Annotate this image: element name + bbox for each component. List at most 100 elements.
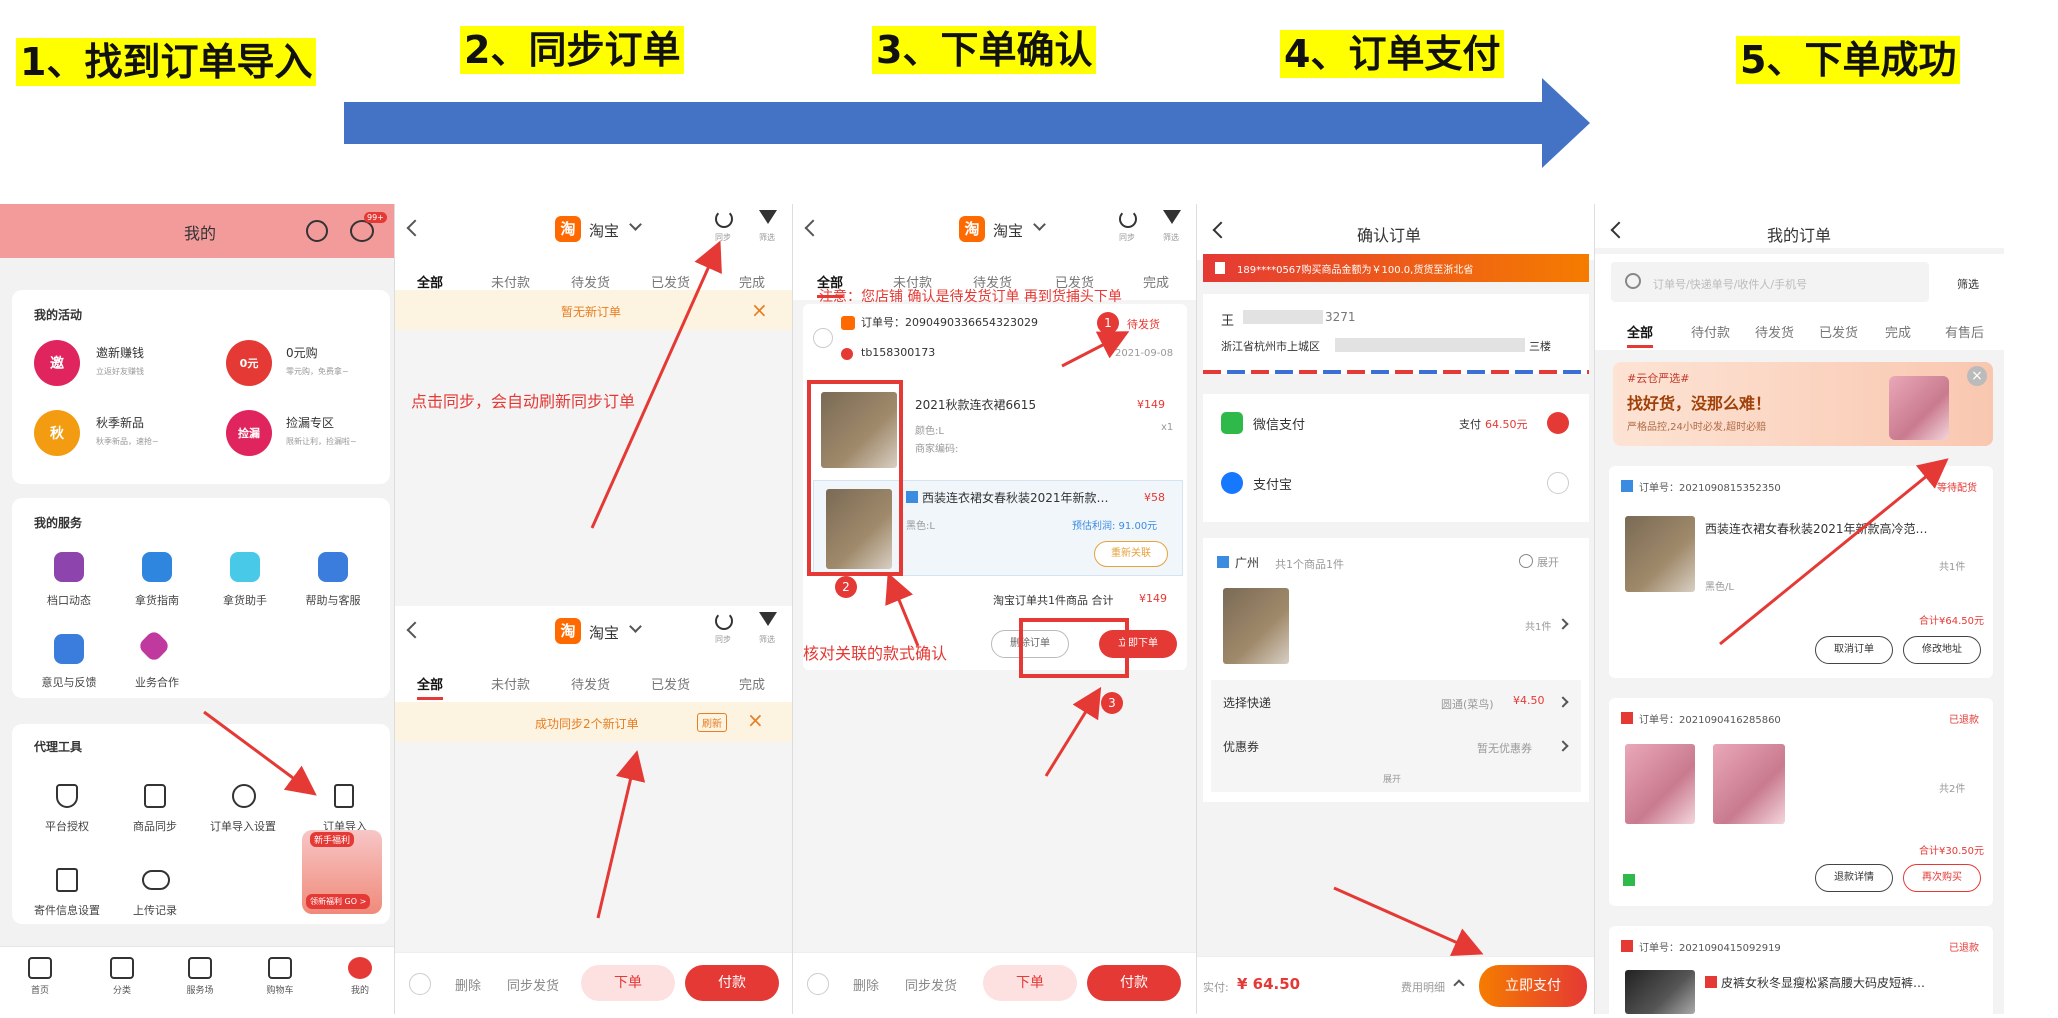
- tab-all[interactable]: 全部: [417, 674, 444, 700]
- tab-done[interactable]: 完成: [739, 272, 765, 291]
- express-value[interactable]: 圆通(菜鸟): [1441, 696, 1494, 712]
- back-icon[interactable]: [1610, 221, 1628, 239]
- product-image[interactable]: [1625, 744, 1695, 824]
- cooperation-icon[interactable]: [137, 629, 171, 663]
- tab-done[interactable]: 完成: [1143, 272, 1169, 291]
- activity-label[interactable]: 捡漏专区: [286, 414, 334, 431]
- sync-label[interactable]: 同步: [715, 634, 731, 645]
- activity-label[interactable]: 秋季新品: [96, 414, 144, 431]
- tab-shipped[interactable]: 已发货: [651, 674, 690, 693]
- fee-detail[interactable]: 费用明细: [1401, 979, 1445, 995]
- select-all-checkbox[interactable]: [807, 973, 829, 995]
- delete-button[interactable]: 删除: [853, 975, 879, 994]
- tool-label[interactable]: 订单导入设置: [198, 818, 288, 834]
- refund-detail-button[interactable]: 退款详情: [1815, 864, 1893, 892]
- filter-label[interactable]: 筛选: [759, 634, 775, 645]
- refresh-button[interactable]: 刷新: [697, 713, 727, 732]
- cloud-upload-icon[interactable]: [142, 870, 170, 890]
- clipboard-icon[interactable]: [334, 784, 354, 808]
- tab-service[interactable]: 服务场: [170, 957, 230, 996]
- promo-banner[interactable]: #云仓严选# 找好货，没那么难！ 严格品控,24小时必发,超时必赔 ×: [1613, 362, 1993, 446]
- chevron-right-icon[interactable]: [1557, 618, 1569, 630]
- close-icon[interactable]: ×: [1967, 366, 1987, 386]
- pay-button[interactable]: 付款: [685, 965, 779, 1001]
- address-card[interactable]: 王 3271 浙江省杭州市上城区 三楼: [1203, 294, 1589, 374]
- message-icon[interactable]: [350, 220, 374, 242]
- tab-to-ship[interactable]: 待发货: [571, 674, 610, 693]
- sync-ship-button[interactable]: 同步发货: [905, 975, 957, 994]
- tab-shipped[interactable]: 已发货: [1819, 322, 1858, 341]
- newbie-promo[interactable]: 新手福利 领新福利 GO >: [302, 830, 382, 914]
- expand-toggle[interactable]: 展开: [1537, 554, 1559, 570]
- bag-icon[interactable]: [144, 784, 166, 808]
- chevron-right-icon[interactable]: [1557, 696, 1569, 708]
- edit-address-button[interactable]: 修改地址: [1903, 636, 1981, 664]
- filter-button[interactable]: 筛选: [1957, 276, 1979, 292]
- service-label[interactable]: 意见与反馈: [24, 674, 114, 690]
- select-all-checkbox[interactable]: [409, 973, 431, 995]
- support-icon[interactable]: [318, 552, 348, 582]
- expand-more[interactable]: 展开: [1383, 772, 1401, 785]
- pay-button[interactable]: 付款: [1087, 965, 1181, 1001]
- buy-again-button[interactable]: 再次购买: [1903, 864, 1981, 892]
- product-image[interactable]: [1223, 588, 1289, 664]
- service-label[interactable]: 业务合作: [112, 674, 202, 690]
- tool-label[interactable]: 寄件信息设置: [22, 902, 112, 918]
- order-button[interactable]: 下单: [983, 965, 1077, 1001]
- close-icon[interactable]: ×: [751, 298, 768, 322]
- tab-done[interactable]: 完成: [1885, 322, 1911, 341]
- back-icon[interactable]: [804, 219, 822, 237]
- close-icon[interactable]: ×: [747, 708, 764, 732]
- tool-label[interactable]: 上传记录: [110, 902, 200, 918]
- filter-label[interactable]: 筛选: [759, 232, 775, 243]
- shield-icon[interactable]: [56, 784, 78, 808]
- feedback-icon[interactable]: [54, 634, 84, 664]
- chevron-up-icon[interactable]: [1453, 979, 1465, 991]
- product-image[interactable]: [1625, 516, 1695, 592]
- tab-unpaid[interactable]: 未付款: [491, 674, 530, 693]
- wechat-label[interactable]: 微信支付: [1253, 414, 1305, 433]
- tab-home[interactable]: 首页: [10, 957, 70, 996]
- sync-icon[interactable]: [715, 210, 733, 228]
- platform-select[interactable]: 淘宝: [993, 220, 1023, 241]
- delete-button[interactable]: 删除: [455, 975, 481, 994]
- activity-label[interactable]: 邀新赚钱: [96, 344, 144, 361]
- product-image[interactable]: [1713, 744, 1785, 824]
- chevron-down-icon[interactable]: [1033, 218, 1046, 231]
- sync-ship-button[interactable]: 同步发货: [507, 975, 559, 994]
- cancel-order-button[interactable]: 取消订单: [1815, 636, 1893, 664]
- relink-button[interactable]: 重新关联: [1094, 541, 1168, 567]
- chevron-down-icon[interactable]: [629, 218, 642, 231]
- back-icon[interactable]: [406, 621, 424, 639]
- service-label[interactable]: 帮助与客服: [288, 592, 378, 608]
- zero-buy-icon[interactable]: 0元: [226, 340, 272, 386]
- tab-to-ship[interactable]: 待发货: [571, 272, 610, 291]
- tab-to-ship[interactable]: 待发货: [1755, 322, 1794, 341]
- back-icon[interactable]: [1212, 221, 1230, 239]
- service-label[interactable]: 档口动态: [24, 592, 114, 608]
- tab-all[interactable]: 全部: [1627, 322, 1654, 348]
- unselected-radio[interactable]: [1547, 472, 1569, 494]
- settings-hex-icon[interactable]: [232, 784, 256, 808]
- sync-label[interactable]: 同步: [715, 232, 731, 243]
- sync-icon[interactable]: [715, 612, 733, 630]
- tab-after-sales[interactable]: 有售后: [1945, 322, 1984, 341]
- sync-icon[interactable]: [1119, 210, 1137, 228]
- invite-icon[interactable]: 邀: [34, 340, 80, 386]
- selected-radio[interactable]: [1547, 412, 1569, 434]
- alipay-label[interactable]: 支付宝: [1253, 474, 1292, 493]
- filter-label[interactable]: 筛选: [1163, 232, 1179, 243]
- tab-unpaid[interactable]: 待付款: [1691, 322, 1730, 341]
- tool-label[interactable]: 平台授权: [22, 818, 112, 834]
- tab-shipped[interactable]: 已发货: [651, 272, 690, 291]
- send-info-icon[interactable]: [56, 868, 78, 892]
- bargain-icon[interactable]: 捡漏: [226, 410, 272, 456]
- sync-label[interactable]: 同步: [1119, 232, 1135, 243]
- service-label[interactable]: 拿货助手: [200, 592, 290, 608]
- tab-me[interactable]: 我的: [330, 957, 390, 996]
- chevron-down-icon[interactable]: [629, 620, 642, 633]
- order-checkbox[interactable]: [813, 328, 833, 348]
- pay-now-button[interactable]: 立即支付: [1479, 965, 1587, 1007]
- back-icon[interactable]: [406, 219, 424, 237]
- activity-label[interactable]: 0元购: [286, 344, 318, 361]
